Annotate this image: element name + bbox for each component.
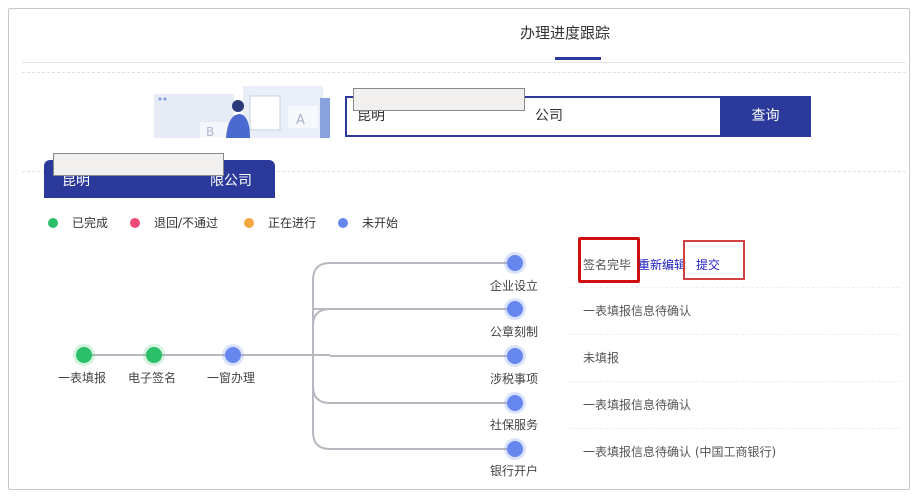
divider bbox=[570, 381, 900, 382]
branch-label: 企业设立 bbox=[490, 279, 539, 293]
status-text: 一表填报信息待确认 (中国工商银行) bbox=[583, 445, 777, 459]
branch-label: 社保服务 bbox=[490, 418, 539, 432]
divider bbox=[570, 287, 900, 288]
branch-node bbox=[507, 301, 523, 317]
re-edit-link[interactable]: 重新编辑 bbox=[638, 256, 686, 273]
branch-node bbox=[507, 441, 523, 457]
status-text: 一表填报信息待确认 bbox=[583, 304, 692, 318]
branch-node bbox=[507, 348, 523, 364]
status-text: 未填报 bbox=[583, 351, 620, 365]
branch-label: 涉税事项 bbox=[490, 372, 539, 386]
branch-label: 银行开户 bbox=[490, 464, 539, 478]
step-label: 电子签名 bbox=[128, 371, 177, 385]
branch-node bbox=[507, 395, 523, 411]
divider bbox=[570, 334, 900, 335]
step-node-completed bbox=[146, 347, 162, 363]
step-node-completed bbox=[76, 347, 92, 363]
flow-connectors bbox=[84, 262, 515, 450]
step-node-not-started bbox=[225, 347, 241, 363]
branch-label: 公章刻制 bbox=[490, 325, 539, 339]
highlight-box bbox=[683, 240, 745, 280]
status-text: 一表填报信息待确认 bbox=[583, 398, 692, 412]
branch-node bbox=[507, 255, 523, 271]
step-label: 一表填报 bbox=[58, 371, 107, 385]
step-label: 一窗办理 bbox=[207, 371, 256, 385]
divider bbox=[570, 428, 900, 429]
highlight-box bbox=[578, 237, 640, 283]
